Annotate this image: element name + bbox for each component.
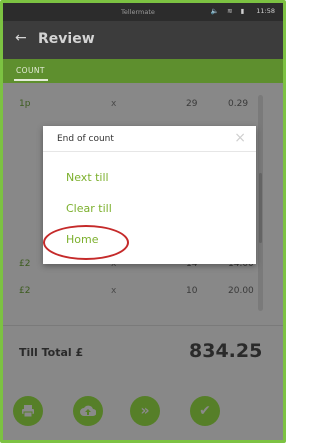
row-value: 20.00 [228, 286, 254, 296]
till-total-value: 834.25 [189, 340, 263, 362]
wifi-icon: ≋ [227, 7, 236, 15]
print-icon [22, 405, 34, 418]
next-icon: » [140, 403, 150, 419]
back-arrow-icon[interactable]: ← [15, 30, 27, 46]
confirm-button[interactable]: ✔ [190, 396, 220, 426]
status-time: 11:58 [256, 7, 275, 15]
row-multiplier: x [111, 99, 117, 109]
app-frame: Tellermate 🔈 ≋ ▮ 11:58 ← Review COUNT 1p… [0, 0, 286, 443]
page-title: Review [38, 31, 95, 47]
row-denomination: £2 [19, 286, 31, 296]
table-row[interactable]: 1p x 29 0.29 [3, 99, 283, 119]
volume-icon: 🔈 [210, 7, 222, 15]
status-app-name: Tellermate [121, 8, 155, 16]
till-total-label: Till Total £ [19, 346, 84, 359]
status-bar: Tellermate 🔈 ≋ ▮ 11:58 [3, 3, 283, 21]
tab-count[interactable]: COUNT [16, 66, 45, 75]
print-button[interactable] [13, 396, 43, 426]
confirm-icon: ✔ [199, 403, 211, 419]
end-of-count-dialog: End of count × Next till Clear till Home [43, 126, 256, 264]
highlight-circle [43, 225, 129, 260]
row-quantity: 10 [186, 286, 198, 296]
app-bar: ← Review [3, 21, 283, 59]
upload-icon [80, 405, 97, 416]
total-divider [3, 325, 283, 326]
dialog-header: End of count × [43, 126, 256, 152]
row-denomination: £2 [19, 259, 31, 269]
row-quantity: 29 [186, 99, 198, 109]
table-row[interactable]: £2 x 10 20.00 [3, 286, 283, 306]
tab-bar: COUNT [3, 59, 283, 83]
dialog-title: End of count [57, 134, 114, 144]
close-icon[interactable]: × [234, 130, 246, 146]
scrollbar-thumb[interactable] [259, 173, 262, 243]
row-multiplier: x [111, 286, 117, 296]
next-button[interactable]: » [130, 396, 160, 426]
row-denomination: 1p [19, 99, 31, 109]
upload-button[interactable] [73, 396, 103, 426]
next-till-option[interactable]: Next till [66, 171, 109, 184]
row-value: 0.29 [228, 99, 249, 109]
battery-icon: ▮ [240, 7, 248, 15]
clear-till-option[interactable]: Clear till [66, 202, 112, 215]
tab-active-indicator [14, 79, 48, 81]
